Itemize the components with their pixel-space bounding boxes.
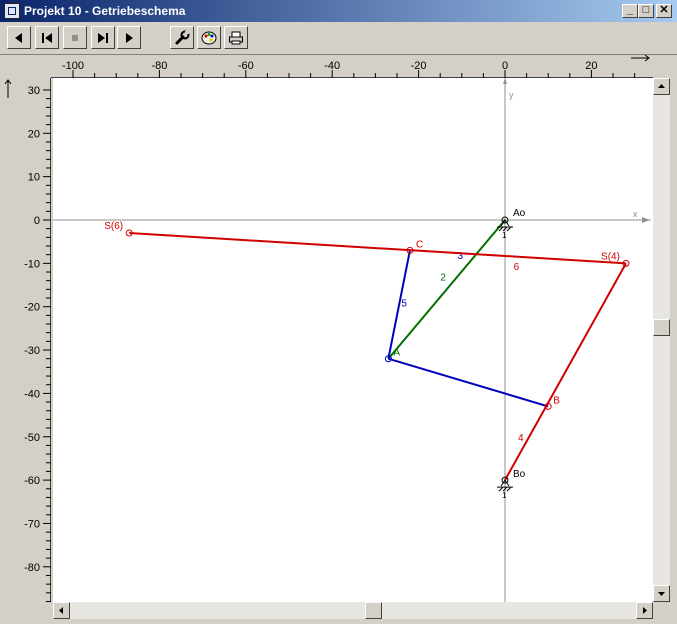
arrow-right-icon (643, 607, 647, 614)
colors-button[interactable] (197, 26, 221, 49)
toolbar (0, 22, 677, 55)
window-title: Projekt 10 - Getriebeschema (24, 4, 186, 18)
skip-end-icon (98, 32, 108, 43)
skip-start-button[interactable] (35, 26, 59, 49)
mechanism-diagram[interactable]: xy23546AoBoABCS(4)S(6)11 (53, 78, 653, 602)
x-axis-arrow-icon (642, 217, 650, 223)
drawing-canvas[interactable]: x y 2 3 5 4 6 Ao Bo A B C S(4) S(6) 1 1 (53, 78, 653, 602)
link-2 (387, 219, 506, 360)
scroll-left-button[interactable] (53, 602, 70, 619)
frame-label: 1 (502, 231, 507, 240)
y-tick-label: -40 (24, 388, 40, 400)
joint-label: C (416, 239, 423, 250)
skip-end-button[interactable] (91, 26, 115, 49)
arrow-down-icon (658, 592, 665, 596)
print-button[interactable] (224, 26, 248, 49)
x-tick-label: -60 (238, 60, 254, 72)
x-tick-label: -40 (324, 60, 340, 72)
app-icon[interactable] (4, 3, 20, 19)
vertical-ruler-scale: 30 20 10 0 -10 -20 -30 -40 -50 -60 -70 -80 (4, 78, 51, 611)
joint-label: A (393, 348, 400, 359)
vertical-ruler: 30 20 10 0 -10 -20 -30 -40 -50 -60 -70 -80 (0, 55, 51, 611)
x-tick-label: -80 (151, 60, 167, 72)
y-tick-label: -10 (24, 258, 40, 270)
y-tick-label: 0 (34, 215, 40, 227)
frame-label: 1 (502, 491, 507, 500)
link-label: 4 (518, 433, 524, 444)
y-direction-arrow-icon (4, 79, 12, 98)
horizontal-ruler: -100 -80 -60 -40 -20 0 20 (51, 54, 653, 78)
y-tick-label: 30 (28, 85, 40, 97)
link-3 (388, 357, 549, 408)
size-grip[interactable] (653, 602, 670, 619)
scroll-down-button[interactable] (653, 585, 670, 602)
title-bar[interactable]: Projekt 10 - Getriebeschema _ □ ✕ (0, 0, 677, 22)
stop-icon (72, 34, 78, 41)
skip-start-icon (42, 32, 52, 43)
arrow-up-icon (658, 84, 665, 88)
minimize-button[interactable]: _ (622, 4, 638, 18)
joint-label: Bo (513, 469, 526, 480)
link-label: 2 (440, 273, 446, 284)
y-tick-label: -60 (24, 475, 40, 487)
link-label: 6 (514, 262, 520, 273)
y-tick-label: -20 (24, 302, 40, 314)
x-direction-arrow-icon (631, 54, 650, 62)
scroll-right-button[interactable] (636, 602, 653, 619)
joint-label: S(6) (104, 221, 123, 232)
y-tick-label: -50 (24, 432, 40, 444)
close-button[interactable]: ✕ (656, 4, 672, 18)
settings-button[interactable] (170, 26, 194, 49)
stop-button[interactable] (63, 26, 87, 49)
y-tick-label: -30 (24, 345, 40, 357)
horizontal-scroll-thumb[interactable] (365, 602, 382, 619)
play-backward-icon (15, 32, 22, 43)
link-4 (504, 262, 627, 481)
wrench-icon (175, 30, 190, 44)
vertical-scroll-thumb[interactable] (653, 319, 670, 336)
link-6 (129, 232, 627, 265)
x-tick-label: 20 (585, 60, 597, 72)
play-forward-button[interactable] (117, 26, 141, 49)
play-backward-button[interactable] (7, 26, 31, 49)
x-tick-label: 0 (502, 60, 508, 72)
x-axis-label: x (633, 209, 638, 219)
y-axis-arrow-icon (503, 78, 507, 84)
link-label: 5 (401, 299, 407, 310)
palette-icon (201, 31, 217, 44)
arrow-left-icon (59, 607, 63, 614)
x-tick-label: -20 (411, 60, 427, 72)
joint-label: S(4) (601, 251, 620, 262)
y-tick-label: -70 (24, 518, 40, 530)
scroll-up-button[interactable] (653, 78, 670, 95)
x-tick-label: -100 (62, 60, 84, 72)
y-tick-label: -80 (24, 562, 40, 574)
vertical-scrollbar[interactable] (653, 78, 670, 602)
horizontal-scrollbar[interactable] (53, 602, 653, 619)
joint-label: Ao (513, 208, 526, 219)
maximize-button[interactable]: □ (638, 4, 654, 18)
play-forward-icon (126, 32, 133, 43)
joint-label: B (553, 395, 560, 406)
y-tick-label: 10 (28, 172, 40, 184)
y-axis-label: y (509, 90, 514, 100)
printer-icon (229, 31, 243, 44)
horizontal-ruler-scale: -100 -80 -60 -40 -20 0 20 (51, 54, 653, 78)
y-tick-label: 20 (28, 128, 40, 140)
